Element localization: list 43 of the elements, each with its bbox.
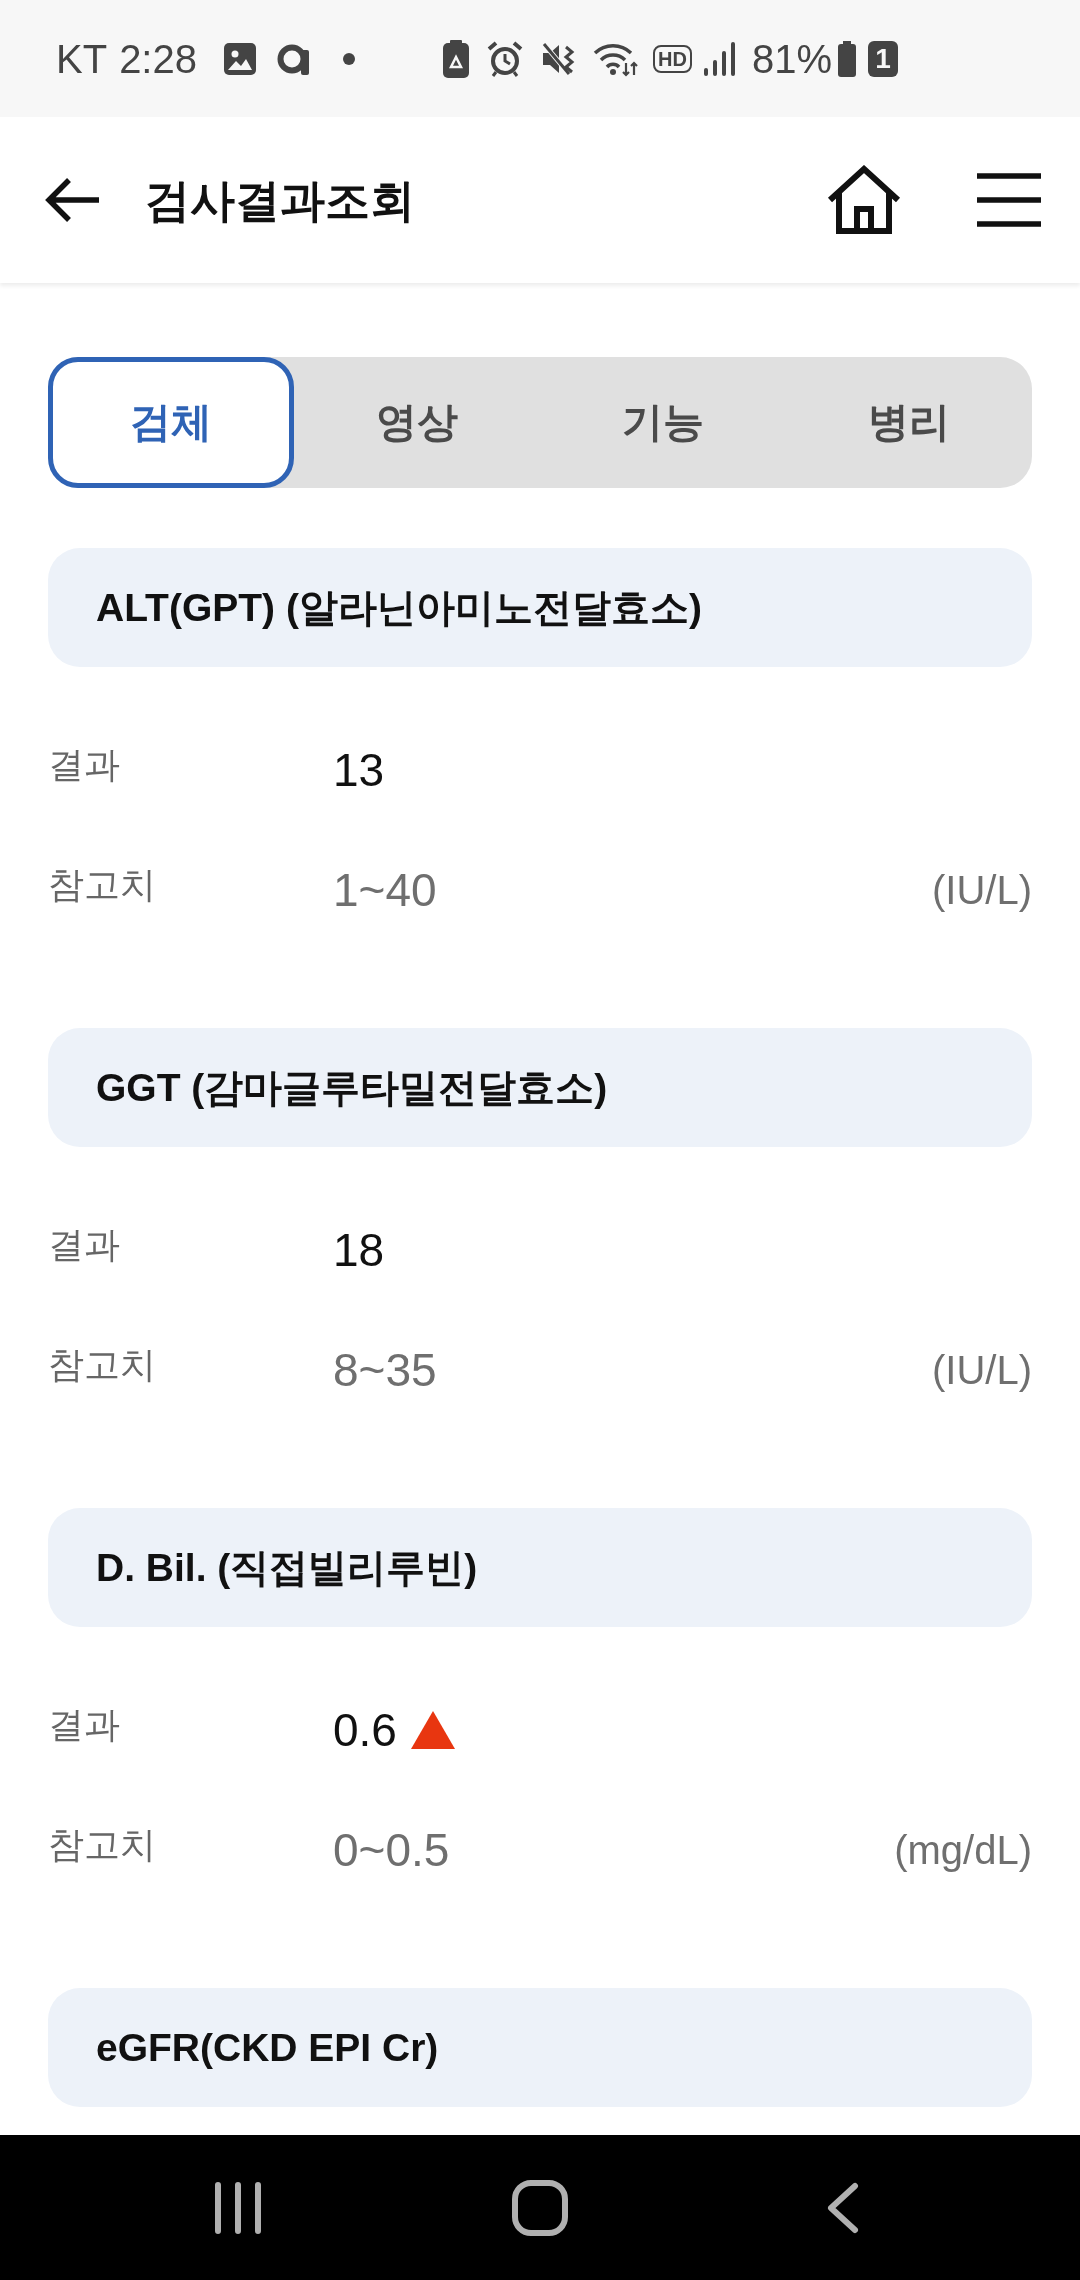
back-chevron-icon <box>825 2181 859 2234</box>
category-tab[interactable]: 검체 <box>48 357 294 488</box>
reference-range: 8~35 <box>333 1347 437 1393</box>
test-name: D. Bil. (직접빌리루빈) <box>96 1548 478 1587</box>
battery-percent: 81% <box>751 38 832 79</box>
reference-label: 참고치 <box>48 1827 157 1863</box>
unit-text: (mg/dL) <box>894 1830 1032 1870</box>
reference-range: 1~40 <box>333 867 437 913</box>
battery-icon <box>838 40 856 77</box>
category-tab[interactable]: 병리 <box>786 357 1032 488</box>
carrier-name: KT <box>56 38 108 79</box>
reference-label: 참고치 <box>48 1347 157 1383</box>
home-nav-icon <box>512 2179 568 2236</box>
hd-voice-badge: HD <box>653 44 692 73</box>
reference-range: 0~0.5 <box>333 1827 450 1873</box>
back-arrow-icon <box>45 177 101 223</box>
page-title: 검사결과조회 <box>145 177 415 223</box>
result-value: 0.6 <box>333 1707 397 1753</box>
result-value: 18 <box>333 1227 385 1273</box>
battery-saver-icon <box>443 39 470 78</box>
clock-time: 2:28 <box>119 38 197 79</box>
category-tab[interactable]: 영상 <box>294 357 540 488</box>
gallery-icon <box>223 41 257 76</box>
test-name: ALT(GPT) (알라닌아미노전달효소) <box>96 588 702 627</box>
menu-icon <box>977 173 1041 227</box>
result-label: 결과 <box>48 1707 121 1743</box>
signal-icon <box>703 41 736 76</box>
home-icon <box>826 165 902 235</box>
home-button[interactable] <box>826 164 902 236</box>
recent-apps-icon <box>214 2181 262 2234</box>
sim-slot-badge: 1 <box>868 40 898 77</box>
result-label: 결과 <box>48 747 121 783</box>
test-name: GGT (감마글루타밀전달효소) <box>96 1068 608 1107</box>
unit-text: (IU/L) <box>932 870 1032 910</box>
unit-text: (IU/L) <box>932 1350 1032 1390</box>
result-label: 결과 <box>48 1227 121 1263</box>
test-name: eGFR(CKD EPI Cr) <box>96 2028 439 2067</box>
alarm-clock-icon <box>487 40 524 77</box>
menu-button[interactable] <box>976 172 1042 228</box>
reference-label: 참고치 <box>48 867 157 903</box>
notification-dot-icon <box>343 52 355 65</box>
result-value: 13 <box>333 747 385 793</box>
category-tab[interactable]: 기능 <box>540 357 786 488</box>
